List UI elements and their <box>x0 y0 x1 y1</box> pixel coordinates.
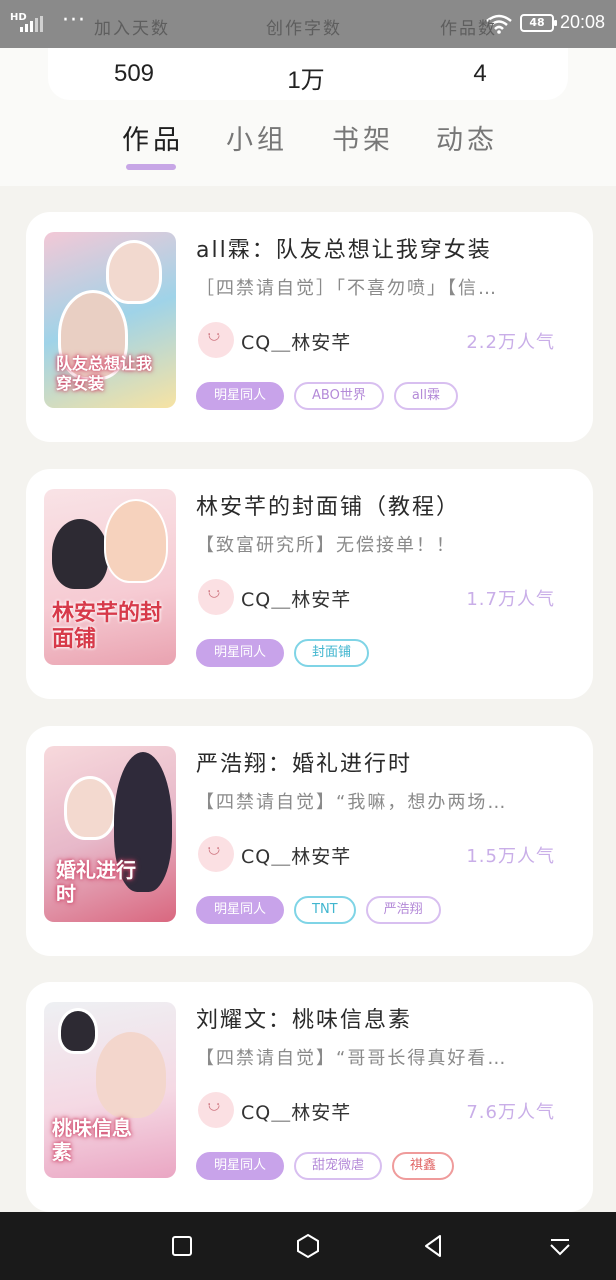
tag-list: 明星同人 TNT 严浩翔 <box>196 896 451 924</box>
word-count-label: 创作字数 <box>266 19 342 39</box>
work-card[interactable]: 林安芊的封面铺 林安芊的封面铺（教程） 【致富研究所】无偿接单！！ CQ＿林安芊… <box>26 469 593 699</box>
author-name[interactable]: CQ＿林安芊 <box>241 842 351 869</box>
tag[interactable]: 明星同人 <box>196 639 285 667</box>
tag[interactable]: 明星同人 <box>196 896 285 924</box>
work-cover[interactable]: 林安芊的封面铺 <box>44 489 176 665</box>
cover-title: 桃味信息素 <box>52 1116 132 1164</box>
work-description: 【四禁请自觉】“我嘛，想办两场… <box>196 792 508 813</box>
work-cover[interactable]: 婚礼进行时 <box>44 746 176 922</box>
work-card[interactable]: 婚礼进行时 严浩翔：婚礼进行时 【四禁请自觉】“我嘛，想办两场… CQ＿林安芊 … <box>26 726 593 956</box>
work-cover[interactable]: 桃味信息素 <box>44 1002 176 1178</box>
tab-activity[interactable]: 动态 <box>436 118 498 157</box>
tag[interactable]: TNT <box>294 896 356 924</box>
recent-apps-icon[interactable] <box>168 1232 196 1260</box>
popularity-count: 1.7万人气 <box>466 589 555 610</box>
notification-pull-icon[interactable] <box>546 1232 574 1260</box>
join-days-label: 加入天数 <box>94 19 170 39</box>
author-avatar[interactable] <box>198 1092 234 1128</box>
cover-title: 队友总想让我穿女装 <box>56 354 153 393</box>
work-description: 【致富研究所】无偿接单！！ <box>196 535 456 556</box>
popularity-count: 2.2万人气 <box>466 332 555 353</box>
author-avatar[interactable] <box>198 322 234 358</box>
tag[interactable]: ABO世界 <box>294 382 384 410</box>
signal-icon <box>20 16 50 32</box>
tag[interactable]: 祺鑫 <box>392 1152 455 1180</box>
word-count-value: 1万 <box>287 67 325 94</box>
author-name[interactable]: CQ＿林安芊 <box>241 328 351 355</box>
author-name[interactable]: CQ＿林安芊 <box>241 585 351 612</box>
tab-groups[interactable]: 小组 <box>226 118 288 157</box>
tag-list: 明星同人 封面铺 <box>196 639 379 667</box>
clock: 20:08 <box>560 12 606 32</box>
work-title[interactable]: 刘耀文：桃味信息素 <box>196 1002 412 1034</box>
work-title[interactable]: 林安芊的封面铺（教程） <box>196 489 460 521</box>
popularity-count: 7.6万人气 <box>466 1102 555 1123</box>
work-title[interactable]: 严浩翔：婚礼进行时 <box>196 746 412 778</box>
back-icon[interactable] <box>420 1232 448 1260</box>
cover-title: 婚礼进行时 <box>56 858 136 906</box>
author-avatar[interactable] <box>198 836 234 872</box>
cover-title: 林安芊的封面铺 <box>52 601 163 652</box>
works-count-value: 4 <box>473 60 487 87</box>
more-dots-icon: ··· <box>62 8 86 33</box>
join-days-value: 509 <box>113 60 155 87</box>
work-card[interactable]: 队友总想让我穿女装 all霖：队友总想让我穿女装 ［四禁请自觉］「不喜勿喷」【信… <box>26 212 593 442</box>
tag[interactable]: all霖 <box>393 382 459 410</box>
tag-list: 明星同人 甜宠微虐 祺鑫 <box>196 1152 464 1180</box>
active-tab-indicator <box>126 164 176 170</box>
tag[interactable]: 明星同人 <box>196 382 285 410</box>
home-icon[interactable] <box>294 1232 322 1260</box>
work-description: 【四禁请自觉】“哥哥长得真好看… <box>196 1048 508 1069</box>
tag-list: 明星同人 ABO世界 all霖 <box>196 382 468 410</box>
tag[interactable]: 封面铺 <box>294 639 370 667</box>
system-nav-bar <box>0 1212 616 1280</box>
author-avatar[interactable] <box>198 579 234 615</box>
tab-works[interactable]: 作品 <box>122 118 184 157</box>
tag[interactable]: 甜宠微虐 <box>294 1152 383 1180</box>
works-count-label: 作品数 <box>440 19 497 39</box>
tab-bookshelf[interactable]: 书架 <box>332 118 394 157</box>
work-title[interactable]: all霖：队友总想让我穿女装 <box>196 232 492 264</box>
battery-icon: 48 <box>520 14 557 32</box>
work-description: ［四禁请自觉］「不喜勿喷」【信… <box>196 278 498 299</box>
work-card[interactable]: 桃味信息素 刘耀文：桃味信息素 【四禁请自觉】“哥哥长得真好看… CQ＿林安芊 … <box>26 982 593 1212</box>
popularity-count: 1.5万人气 <box>466 846 555 867</box>
tag[interactable]: 严浩翔 <box>365 896 441 924</box>
work-cover[interactable]: 队友总想让我穿女装 <box>44 232 176 408</box>
profile-tabs: 作品 小组 书架 动态 <box>0 110 616 180</box>
tag[interactable]: 明星同人 <box>196 1152 285 1180</box>
author-name[interactable]: CQ＿林安芊 <box>241 1098 351 1125</box>
